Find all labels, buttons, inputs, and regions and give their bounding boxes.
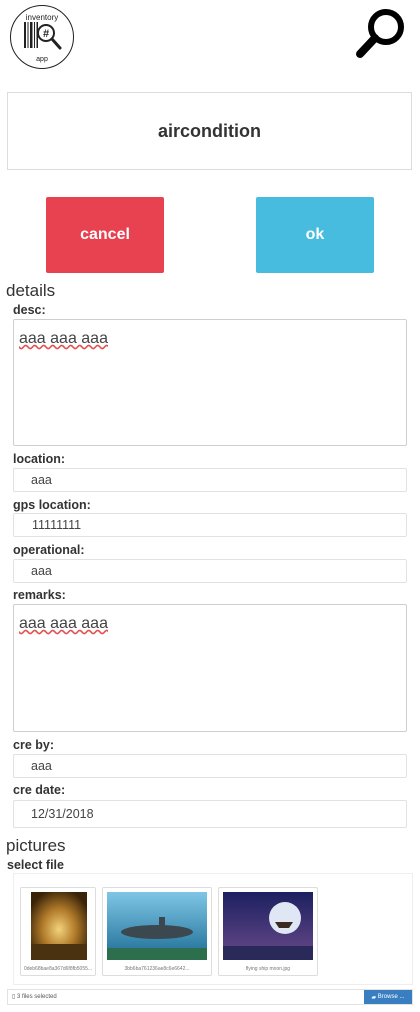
item-title: aircondition [7, 92, 412, 170]
app-header: inventory # app [0, 0, 420, 80]
desc-textarea[interactable]: aaa aaa aaa [13, 319, 407, 446]
desc-value: aaa aaa aaa [19, 330, 108, 347]
image-preview-icon [107, 892, 207, 960]
logo-top-text: inventory [25, 13, 59, 22]
file-caption: 3bb6ba761236ae8c6e6642... [124, 966, 190, 972]
location-label: location: [13, 452, 66, 466]
file-preview-area: 0deb68bae8a367d6f8fb5055... 3bb6ba761236… [13, 873, 413, 985]
gps-location-field[interactable]: 11111111 [13, 513, 407, 537]
details-heading: details [6, 281, 56, 300]
logo-bottom-text: app [36, 56, 48, 63]
cre-by-field[interactable]: aaa [13, 754, 407, 778]
select-file-label: select file [7, 858, 64, 872]
file-caption: flying ship moon.jpg [245, 966, 291, 972]
inventory-app-logo[interactable]: inventory # app [10, 5, 74, 69]
files-selected-status: ▯ 3 files selected [12, 993, 57, 1000]
pictures-heading: pictures [6, 836, 66, 855]
image-preview-icon [223, 892, 313, 960]
operational-field[interactable]: aaa [13, 559, 407, 583]
location-field[interactable]: aaa [13, 468, 407, 492]
cre-date-label: cre date: [13, 783, 66, 797]
file-input-bar[interactable]: ▯ 3 files selected ▰ Browse ... [7, 989, 413, 1005]
desc-label: desc: [13, 303, 46, 317]
ok-button[interactable]: ok [256, 197, 374, 273]
gps-location-label: gps location: [13, 498, 91, 512]
browse-label: Browse ... [377, 994, 405, 1000]
logo-hash-symbol: # [43, 28, 49, 40]
operational-label: operational: [13, 543, 85, 557]
files-selected-text: 3 files selected [16, 994, 57, 1000]
remarks-textarea[interactable]: aaa aaa aaa [13, 604, 407, 732]
barcode-magnifier-icon: # [24, 22, 62, 50]
search-button[interactable] [354, 6, 408, 60]
file-thumbnail[interactable]: flying ship moon.jpg [218, 887, 318, 976]
cre-by-label: cre by: [13, 738, 54, 752]
cancel-button[interactable]: cancel [46, 197, 164, 273]
image-preview-icon [31, 892, 87, 960]
browse-button[interactable]: ▰ Browse ... [364, 990, 412, 1004]
file-thumbnail[interactable]: 3bb6ba761236ae8c6e6642... [102, 887, 212, 976]
file-caption: 0deb68bae8a367d6f8fb5055... [23, 966, 93, 972]
cre-date-field[interactable]: 12/31/2018 [13, 800, 407, 828]
file-thumbnail[interactable]: 0deb68bae8a367d6f8fb5055... [20, 887, 96, 976]
magnifier-icon [356, 9, 404, 58]
remarks-label: remarks: [13, 588, 66, 602]
remarks-value: aaa aaa aaa [19, 615, 108, 632]
